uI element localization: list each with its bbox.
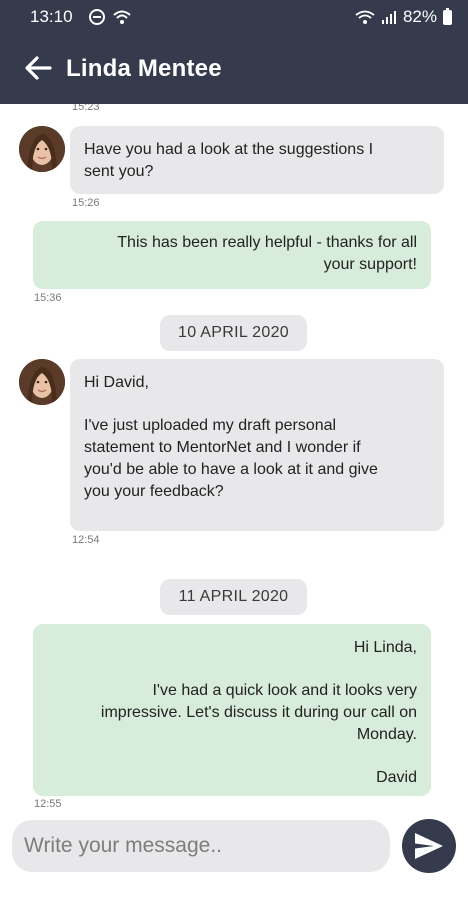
back-arrow-icon[interactable] [24,54,52,82]
message-composer [0,810,468,900]
message-text-line: I've just uploaded my draft personal [84,417,337,434]
avatar-portrait-icon [19,359,65,405]
outgoing-message[interactable]: Hi Linda, I've had a quick look and it l… [33,624,431,796]
message-text-line: statement to MentorNet and I wonder if [84,439,361,456]
incoming-message[interactable]: Have you had a look at the suggestions I… [70,126,444,194]
status-bar: 13:10 82% [0,0,468,34]
message-text-line: Hi Linda, [353,639,417,656]
message-text-line [84,394,430,415]
message-text-line [47,659,417,680]
outgoing-message[interactable]: This has been really helpful - thanks fo… [33,221,431,289]
message-text-line [47,746,417,767]
message-timestamp: 15:23 [72,104,100,113]
message-timestamp: 12:55 [34,798,62,810]
avatar[interactable] [19,359,65,405]
message-text-line: your support! [323,256,417,273]
wifi-calling-icon [355,10,375,24]
message-text-line: impressive. Let's discuss it during our … [100,704,417,721]
message-text-line: David [376,769,417,786]
message-text-line: you your feedback? [84,483,224,500]
avatar-portrait-icon [19,126,65,172]
do-not-disturb-icon [89,9,105,25]
battery-percent: 82% [402,7,437,26]
message-timestamp: 15:26 [72,197,100,209]
app-bar: Linda Mentee [0,34,468,104]
send-button[interactable] [402,819,456,873]
message-text-line: you'd be able to have a look at it and g… [84,461,378,478]
message-text-line: I've had a quick look and it looks very [152,682,417,699]
message-text-line: sent you? [84,163,154,180]
message-text-line: Have you had a look at the suggestions I [84,141,374,158]
message-list[interactable]: 15:23 Have you had a look at the suggest… [0,104,468,810]
status-time: 13:10 [30,7,73,26]
send-icon [415,833,443,859]
avatar[interactable] [19,126,65,172]
message-timestamp: 12:54 [72,534,100,546]
message-text-line: This has been really helpful - thanks fo… [117,234,417,251]
date-separator: 11 APRIL 2020 [160,579,307,615]
message-text-line: Monday. [356,726,417,743]
conversation-title: Linda Mentee [66,55,222,82]
date-separator: 10 APRIL 2020 [160,315,307,351]
message-input[interactable] [12,820,390,872]
message-timestamp: 15:36 [34,292,62,304]
battery-icon [443,7,452,25]
signal-icon [381,11,396,24]
wifi-icon [113,10,131,24]
message-text-line: Hi David, [84,374,149,391]
status-right: 82% [355,7,452,27]
incoming-message[interactable]: Hi David, I've just uploaded my draft pe… [70,359,444,531]
status-left-icons [88,8,132,26]
